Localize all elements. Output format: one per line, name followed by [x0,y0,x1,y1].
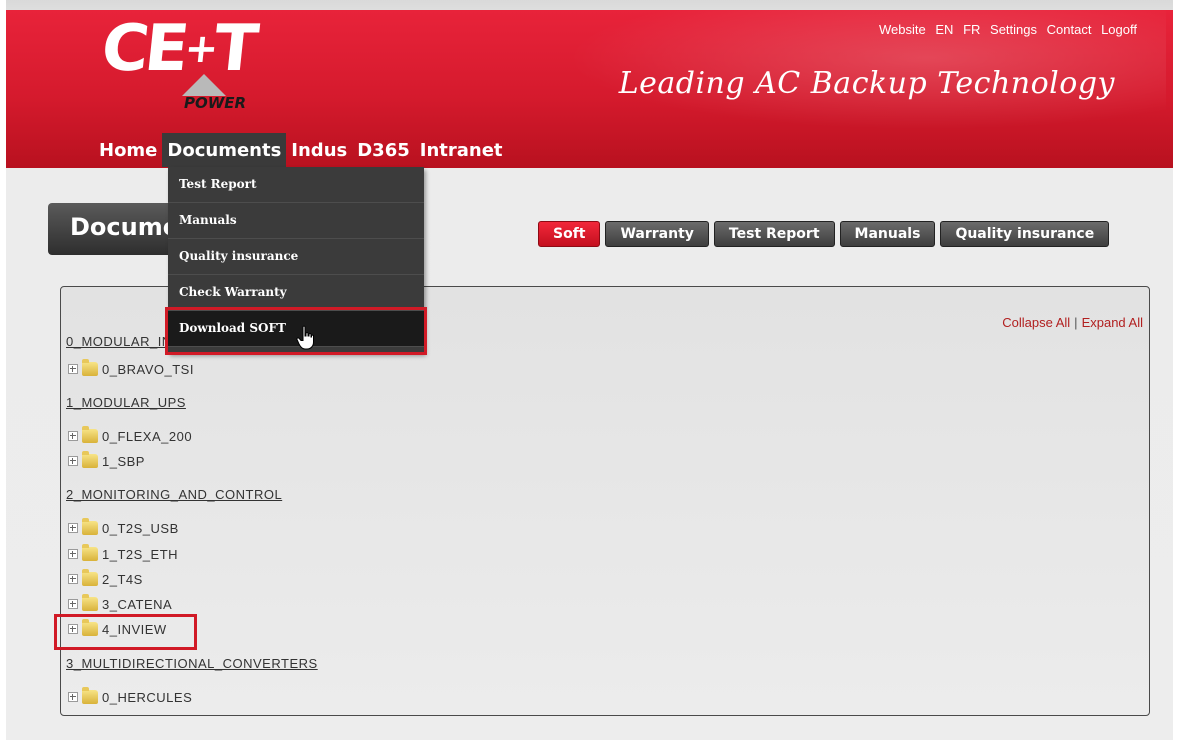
tree-node-label: 1_SBP [102,454,145,469]
tree-controls: Collapse All | Expand All [1002,315,1143,330]
tab-warranty[interactable]: Warranty [605,221,709,247]
folder-icon [82,594,98,611]
tree-category-monitoring-and-control[interactable]: 2_MONITORING_AND_CONTROL [66,487,282,502]
tree-category-multidirectional-converters[interactable]: 3_MULTIDIRECTIONAL_CONVERTERS [66,656,318,671]
expand-plus-icon[interactable] [68,456,78,466]
cet-power-logo[interactable]: CE+T POWER [98,12,272,114]
menu-item-quality-insurance[interactable]: Quality insurance [168,239,424,275]
expand-plus-icon[interactable] [68,549,78,559]
nav-intranet[interactable]: Intranet [415,133,508,167]
expand-all-link[interactable]: Expand All [1082,315,1143,330]
nav-indus[interactable]: Indus [286,133,352,167]
folder-icon [82,518,98,535]
folder-icon [82,569,98,586]
tagline: Leading AC Backup Technology [618,66,1115,101]
tab-soft[interactable]: Soft [538,221,601,247]
tree-node-label: 3_CATENA [102,597,173,612]
logo-letters: CE+T [98,12,258,86]
expand-plus-icon[interactable] [68,599,78,609]
folder-icon [82,544,98,561]
top-link-settings[interactable]: Settings [990,22,1037,37]
document-type-tabs: Soft Warranty Test Report Manuals Qualit… [538,221,1114,247]
tree-node-label: 0_T2S_USB [102,521,179,536]
top-link-contact[interactable]: Contact [1047,22,1092,37]
top-link-website[interactable]: Website [879,22,926,37]
tab-quality-insurance[interactable]: Quality insurance [940,221,1110,247]
logo-triangle-icon [182,74,226,96]
folder-icon [82,451,98,468]
menu-item-check-warranty[interactable]: Check Warranty [168,275,424,311]
tab-manuals[interactable]: Manuals [839,221,936,247]
nav-documents[interactable]: Documents [162,133,287,167]
expand-plus-icon[interactable] [68,574,78,584]
tree-node-label: 0_FLEXA_200 [102,429,193,444]
tab-test-report[interactable]: Test Report [713,221,835,247]
folder-icon [82,426,98,443]
top-link-fr[interactable]: FR [963,22,980,37]
top-link-logoff[interactable]: Logoff [1101,22,1137,37]
expand-plus-icon[interactable] [68,523,78,533]
top-links: Website EN FR Settings Contact Logoff [873,22,1137,37]
tree-node-label: 2_T4S [102,572,143,587]
nav-home[interactable]: Home [94,133,162,167]
menu-item-manuals[interactable]: Manuals [168,203,424,239]
tree-node-label: 1_T2S_ETH [102,547,179,562]
tree-node-label: 0_BRAVO_TSI [102,362,194,377]
top-link-en[interactable]: EN [935,22,953,37]
expand-plus-icon[interactable] [68,364,78,374]
expand-plus-icon[interactable] [68,692,78,702]
hand-pointer-cursor-icon [296,325,314,350]
nav-d365[interactable]: D365 [352,133,415,167]
main-nav: Home Documents Indus D365 Intranet [94,133,508,167]
logo-power-text: POWER [184,94,247,112]
folder-icon [82,359,98,376]
tree-controls-separator: | [1074,315,1078,330]
folder-icon [82,687,98,704]
highlight-box-inview [54,614,197,650]
tree-node-label: 0_HERCULES [102,690,193,705]
collapse-all-link[interactable]: Collapse All [1002,315,1070,330]
tree-category-modular-ups[interactable]: 1_MODULAR_UPS [66,395,186,410]
expand-plus-icon[interactable] [68,431,78,441]
menu-item-test-report[interactable]: Test Report [168,167,424,203]
